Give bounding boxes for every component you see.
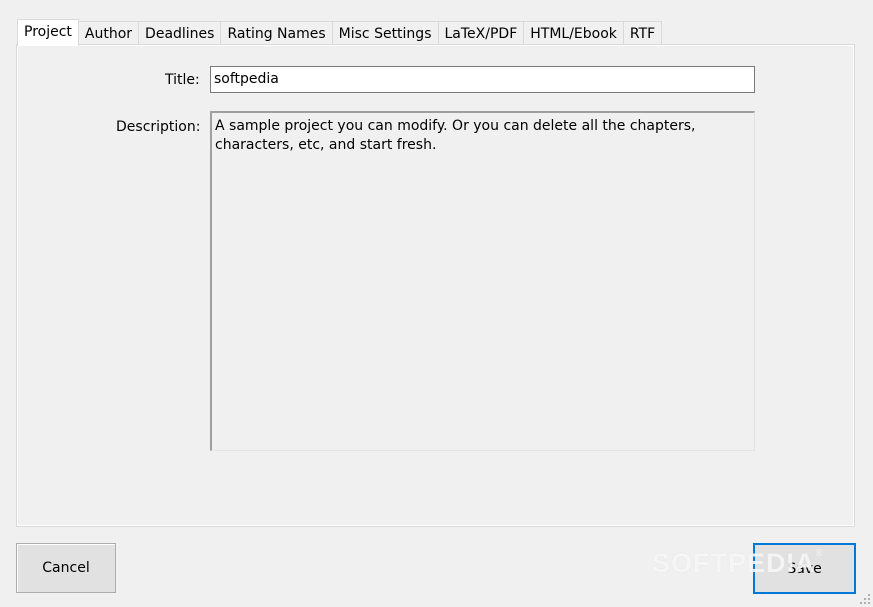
- tab-misc-settings[interactable]: Misc Settings: [331, 21, 439, 45]
- cancel-button[interactable]: Cancel: [16, 543, 116, 593]
- title-input[interactable]: softpedia: [210, 66, 755, 93]
- tab-rtf[interactable]: RTF: [622, 21, 663, 45]
- tab-project[interactable]: Project: [17, 19, 79, 46]
- tab-strip: Project Author Deadlines Rating Names Mi…: [17, 19, 663, 46]
- tab-rating-names[interactable]: Rating Names: [220, 21, 333, 45]
- tab-deadlines[interactable]: Deadlines: [138, 21, 222, 45]
- tab-author[interactable]: Author: [77, 21, 140, 45]
- description-textarea[interactable]: A sample project you can modify. Or you …: [210, 111, 755, 451]
- resize-grip-icon[interactable]: [859, 593, 871, 605]
- tab-latex-pdf[interactable]: LaTeX/PDF: [437, 21, 525, 45]
- title-label: Title:: [165, 72, 200, 88]
- tab-html-ebook[interactable]: HTML/Ebook: [523, 21, 624, 45]
- save-button[interactable]: Save: [753, 543, 856, 594]
- description-label: Description:: [116, 119, 201, 135]
